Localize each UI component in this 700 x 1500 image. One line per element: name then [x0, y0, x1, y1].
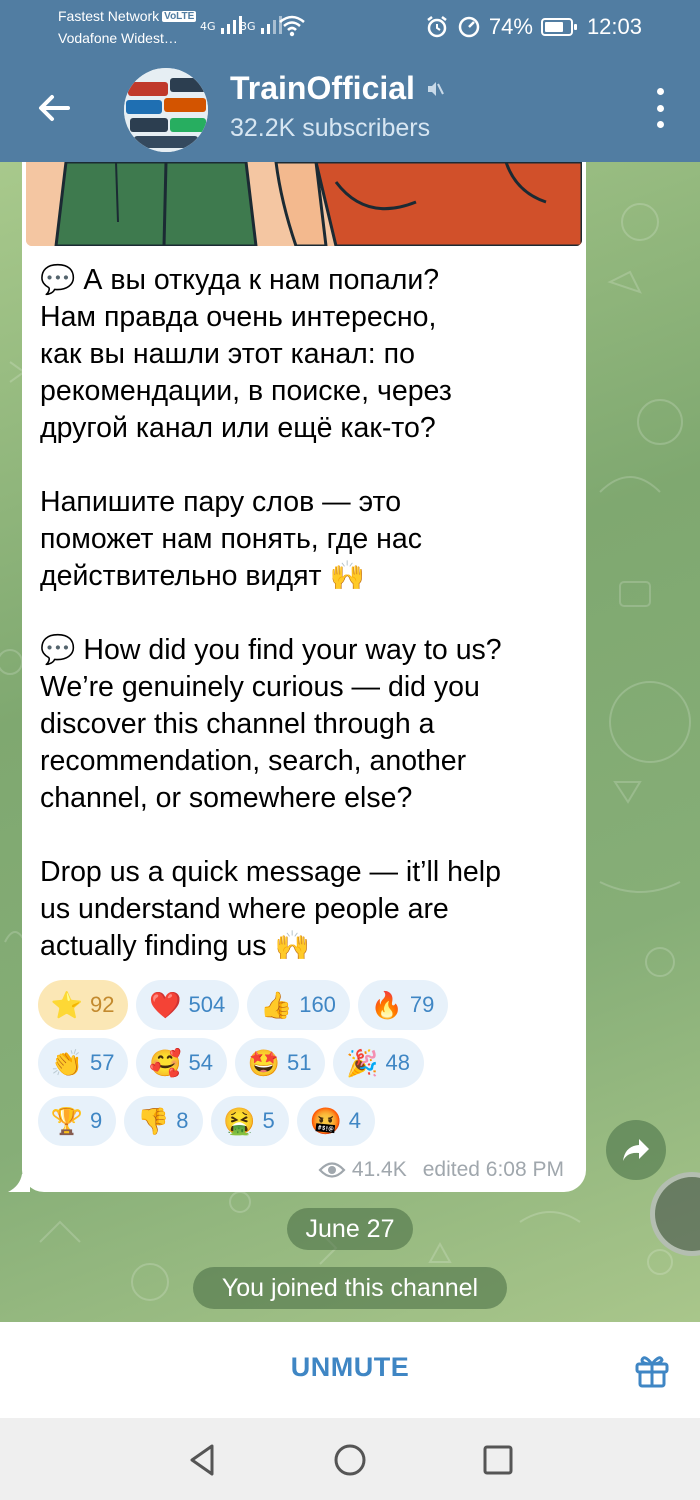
- reaction-count: 92: [90, 992, 115, 1017]
- reaction-count: 504: [188, 992, 226, 1017]
- reaction-button[interactable]: 🤩 51: [234, 1038, 326, 1088]
- reaction-count: 79: [409, 992, 435, 1017]
- post-paragraph-en-1: How did you find your way to us? We’re g…: [40, 634, 502, 814]
- post-paragraph-en-2: Drop us a quick message — it’ll help us …: [40, 856, 501, 962]
- view-count: 41.4K: [351, 1158, 407, 1181]
- eye-icon: [318, 1162, 346, 1178]
- edited-time: edited 6:08 PM: [422, 1158, 564, 1181]
- date-separator: June 27: [287, 1208, 413, 1250]
- post-image[interactable]: [26, 162, 582, 246]
- reaction-emoji-icon: 🤩: [247, 1048, 281, 1078]
- share-arrow-icon: [623, 1139, 649, 1161]
- reaction-count: 51: [286, 1050, 312, 1075]
- reaction-emoji-icon: 👏: [50, 1048, 84, 1078]
- reaction-button[interactable]: ❤️ 504: [136, 980, 240, 1030]
- reaction-button[interactable]: ⭐ 92: [38, 980, 129, 1030]
- post-paragraph-ru-1: А вы откуда к нам попали? Нам правда оче…: [40, 264, 452, 444]
- subscriber-count: 32.2K subscribers: [230, 114, 431, 142]
- reaction-count: 8: [176, 1108, 189, 1133]
- speed-icon: [458, 16, 480, 38]
- network-type-2: 3G: [240, 20, 256, 33]
- clock: 12:03: [586, 14, 642, 39]
- carrier-name: Fastest Network: [58, 8, 160, 24]
- share-button[interactable]: [606, 1120, 666, 1180]
- reaction-emoji-icon: ❤️: [149, 990, 182, 1020]
- reaction-button[interactable]: 🤬 4: [296, 1096, 375, 1146]
- reaction-count: 4: [348, 1108, 361, 1133]
- alarm-icon: [427, 16, 447, 38]
- carrier-secondary: Vodafone Widest…: [58, 30, 178, 46]
- volte-badge: VoLTE: [162, 11, 197, 22]
- raising-hands-icon: 🙌: [274, 930, 310, 962]
- reaction-count: 57: [90, 1050, 115, 1075]
- muted-speaker-icon: [427, 81, 444, 96]
- reaction-button[interactable]: 👏 57: [38, 1038, 129, 1088]
- bottom-bar: UNMUTE: [0, 1322, 700, 1418]
- reaction-emoji-icon: 🤬: [309, 1106, 342, 1136]
- trains-collage-image: [124, 68, 208, 152]
- battery-icon: [540, 18, 577, 36]
- reaction-emoji-icon: ⭐: [50, 990, 84, 1020]
- speech-bubble-icon: 💬: [40, 264, 76, 296]
- reaction-emoji-icon: 👍: [260, 990, 293, 1020]
- app-header: Fastest Network VoLTE Vodafone Widest… 4G…: [0, 0, 700, 162]
- battery-percent: 74%: [488, 14, 533, 39]
- speech-bubble-icon: 💬: [40, 634, 76, 666]
- reactions-row: 👏 57 🥰 54 🤩 51 🎉 48: [38, 1038, 578, 1088]
- bubble-tail: [8, 1174, 30, 1192]
- channel-post-bubble[interactable]: 💬 А вы откуда к нам попали? Нам правда о…: [22, 162, 586, 1192]
- chat-area[interactable]: 💬 А вы откуда к нам попали? Нам правда о…: [0, 162, 700, 1322]
- reaction-count: 48: [385, 1050, 410, 1075]
- wifi-icon: [279, 15, 305, 37]
- status-bar: Fastest Network VoLTE Vodafone Widest… 4G…: [0, 0, 700, 52]
- reaction-count: 9: [90, 1108, 103, 1133]
- reaction-button[interactable]: 👍 160: [247, 980, 350, 1030]
- reaction-count: 5: [262, 1108, 275, 1133]
- reaction-button[interactable]: 👎 8: [124, 1096, 203, 1146]
- channel-name: TrainOfficial: [230, 70, 415, 106]
- raising-hands-icon: 🙌: [329, 560, 366, 592]
- reactions-row: 🏆 9 👎 8 🤮 5 🤬 4: [38, 1096, 578, 1146]
- reaction-button[interactable]: 🔥 79: [357, 980, 449, 1030]
- reaction-emoji-icon: 🔥: [370, 990, 404, 1020]
- reaction-emoji-icon: 🏆: [50, 1106, 84, 1136]
- reaction-emoji-icon: 🤮: [223, 1106, 256, 1136]
- post-meta: 41.4K edited 6:08 PM: [318, 1158, 564, 1182]
- nav-recents-icon[interactable]: [478, 1440, 518, 1480]
- unmute-button[interactable]: UNMUTE: [0, 1352, 700, 1383]
- reactions-row: ⭐ 92 ❤️ 504 👍 160 🔥 79: [38, 980, 578, 1030]
- reaction-button[interactable]: 🏆 9: [38, 1096, 117, 1146]
- nav-home-icon[interactable]: [330, 1440, 370, 1480]
- network-type-1: 4G: [200, 20, 216, 33]
- system-nav-bar: [0, 1418, 700, 1500]
- reactions-panel: ⭐ 92 ❤️ 504 👍 160 🔥 79 👏 57 🥰 54 🤩 51 🎉 48 🏆 9 👎 8 🤮 5 🤬 4: [38, 980, 578, 1154]
- reaction-emoji-icon: 👎: [137, 1106, 170, 1136]
- post-text: 💬 А вы откуда к нам попали? Нам правда о…: [40, 262, 580, 965]
- channel-avatar[interactable]: [124, 68, 208, 152]
- reaction-button[interactable]: 🎉 48: [333, 1038, 424, 1088]
- reaction-emoji-icon: 🎉: [346, 1048, 379, 1078]
- joined-notice: You joined this channel: [193, 1267, 507, 1309]
- reaction-count: 160: [299, 992, 336, 1017]
- reaction-count: 54: [188, 1050, 213, 1075]
- more-options-icon[interactable]: [650, 88, 670, 128]
- reaction-button[interactable]: 🥰 54: [136, 1038, 227, 1088]
- nav-back-icon[interactable]: [182, 1440, 222, 1480]
- channel-title-area[interactable]: TrainOfficial: [230, 70, 445, 107]
- back-arrow-icon[interactable]: [30, 84, 78, 132]
- reaction-emoji-icon: 🥰: [149, 1048, 182, 1078]
- illustration-image: [26, 162, 582, 246]
- gift-icon[interactable]: [632, 1350, 672, 1390]
- reaction-button[interactable]: 🤮 5: [210, 1096, 289, 1146]
